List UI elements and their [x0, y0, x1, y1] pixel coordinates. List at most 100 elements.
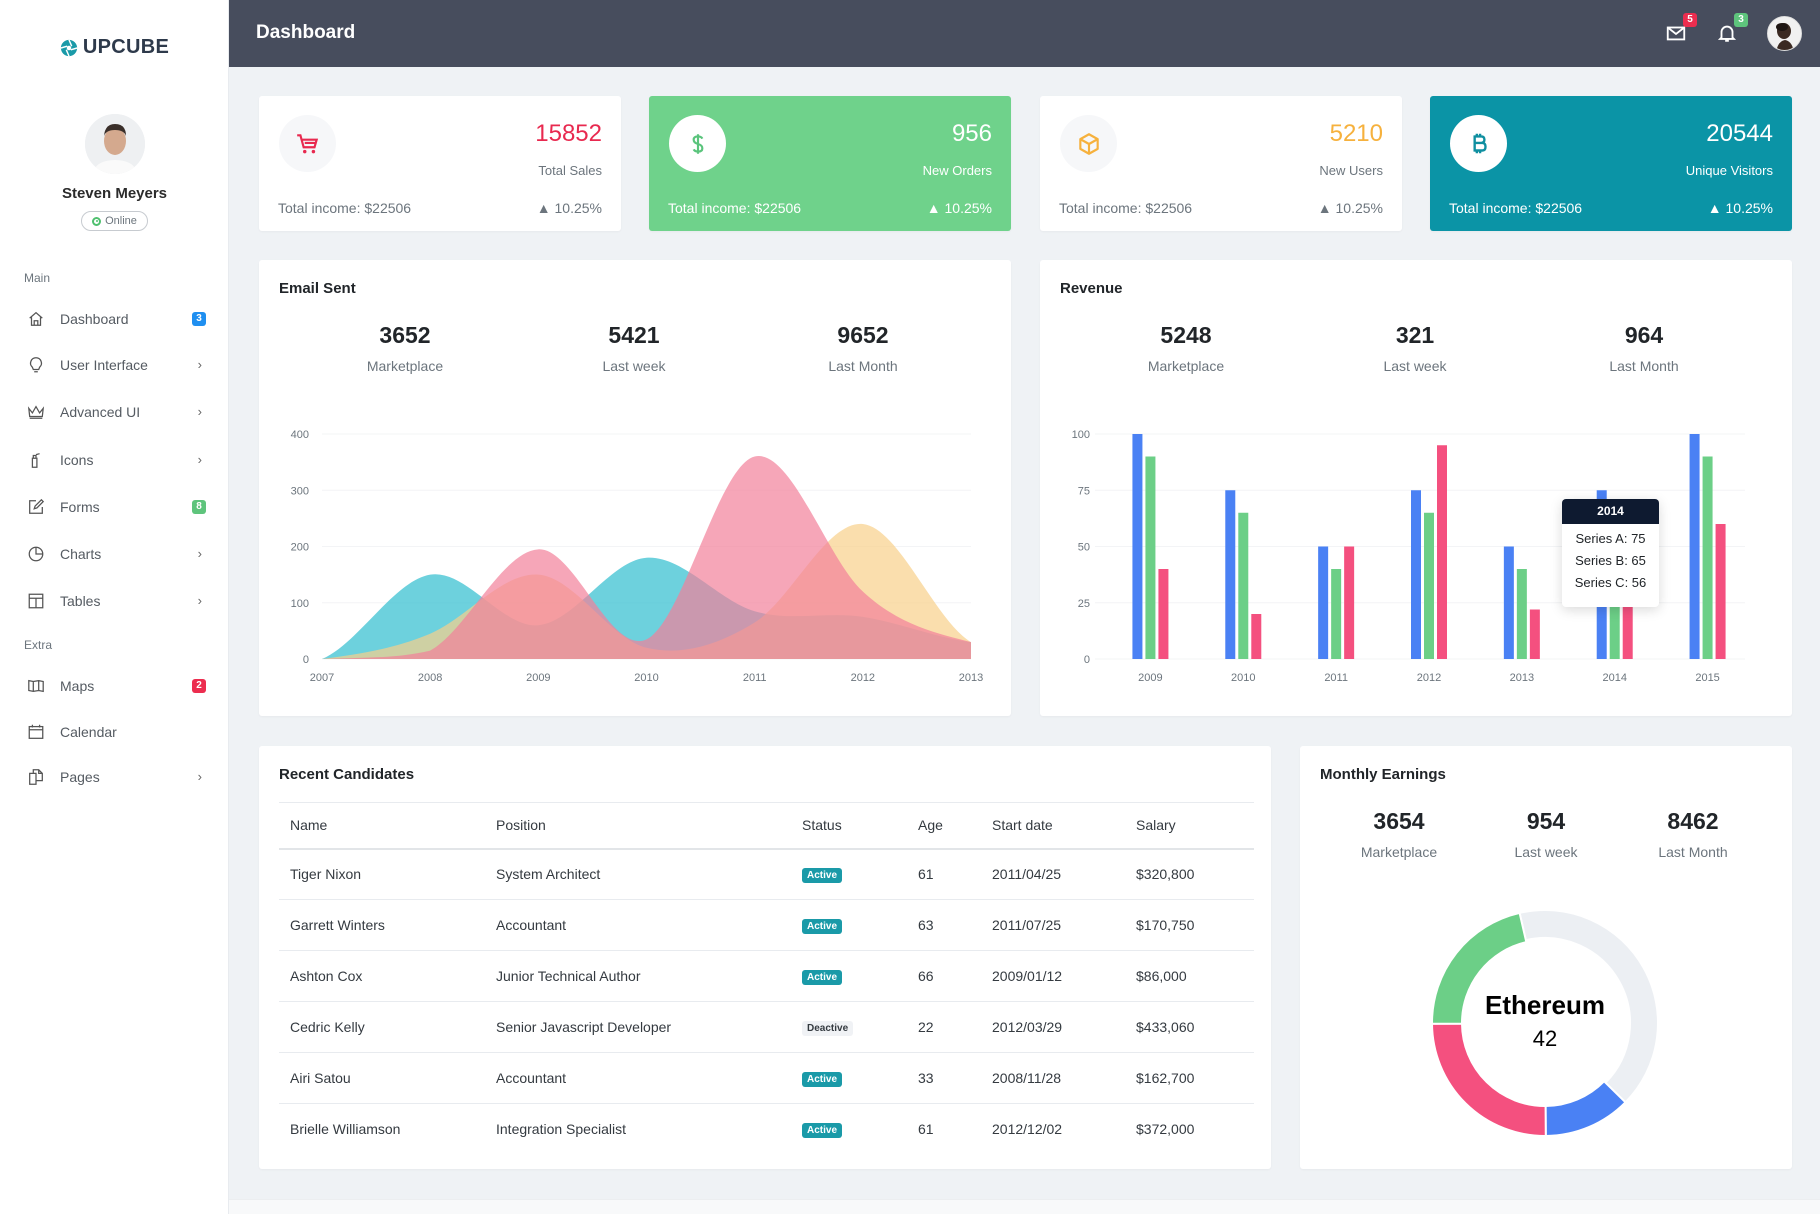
notification-count-badge: 3 — [1734, 13, 1748, 27]
bar-series-b-2011[interactable] — [1331, 569, 1342, 659]
bar-series-a-2010[interactable] — [1225, 490, 1236, 659]
x-tick-label: 2010 — [634, 672, 658, 684]
bar-series-b-2012[interactable] — [1424, 512, 1434, 659]
y-tick-label: 300 — [291, 485, 309, 497]
column-header-salary[interactable]: Salary — [1125, 802, 1254, 850]
table-row[interactable]: Airi Satou Accountant Active 33 2008/11/28 $1… — [279, 1052, 1254, 1104]
column-header-start-date[interactable]: Start date — [981, 802, 1125, 850]
bar-series-c-2011[interactable] — [1344, 546, 1355, 660]
sidebar: UPCUBE Steven Meyers Online Main Dashboa… — [0, 0, 229, 1214]
donut-slice-blue[interactable] — [1544, 1079, 1627, 1138]
chevron-right-icon: › — [197, 769, 202, 784]
sidebar-item-label: Advanced UI — [60, 404, 141, 420]
logo[interactable]: UPCUBE — [0, 36, 229, 59]
bar-series-c-2012[interactable] — [1437, 445, 1447, 659]
recent-candidates-card: Recent Candidates Name Position Status A… — [259, 746, 1271, 1169]
column-header-status[interactable]: Status — [791, 802, 907, 850]
stat-value: 5210 — [1329, 120, 1383, 147]
cell-start-date: 2011/07/25 — [981, 899, 1125, 951]
bar-series-a-2013[interactable] — [1503, 546, 1514, 660]
cell-salary: $433,060 — [1125, 1001, 1254, 1053]
calendar-icon — [26, 722, 46, 742]
x-tick-label: 2015 — [1695, 672, 1719, 684]
candidates-table: Name Position Status Age Start date Sala… — [279, 802, 1254, 1155]
bar-series-b-2009[interactable] — [1145, 456, 1156, 660]
sidebar-item-label: Dashboard — [60, 311, 129, 327]
cell-name: Garrett Winters — [279, 899, 485, 951]
bar-series-a-2015[interactable] — [1689, 434, 1700, 659]
bar-series-b-2010[interactable] — [1238, 512, 1249, 659]
table-row[interactable]: Ashton Cox Junior Technical Author Active 6… — [279, 950, 1254, 1002]
bar-series-c-2009[interactable] — [1158, 569, 1169, 659]
sidebar-item-tables[interactable]: Tables › — [0, 581, 229, 621]
dollar-icon-circle — [669, 115, 726, 172]
online-status-badge: Online — [81, 211, 148, 231]
sidebar-item-maps[interactable]: Maps 2 — [0, 666, 229, 706]
cell-start-date: 2012/12/02 — [992, 1121, 1063, 1138]
sidebar-item-forms[interactable]: Forms 8 — [0, 487, 229, 527]
column-header-name[interactable]: Name — [279, 802, 485, 850]
stat-card-new-orders: 956 New Orders Total income: $22506 ▲ 10… — [649, 96, 1011, 231]
x-tick-label: 2009 — [1138, 672, 1162, 684]
bar-series-a-2009[interactable] — [1132, 434, 1143, 659]
chevron-right-icon: › — [197, 452, 202, 467]
bitcoin-icon — [1472, 133, 1487, 153]
bar-series-c-2010[interactable] — [1251, 614, 1262, 659]
status-badge: Active — [802, 1123, 843, 1139]
sidebar-item-icons[interactable]: Icons › — [0, 440, 229, 480]
tooltip-row: Series A: 75 — [1575, 531, 1646, 546]
column-header-age[interactable]: Age — [907, 802, 981, 850]
sidebar-item-calendar[interactable]: Calendar — [0, 712, 229, 752]
sidebar-item-advanced-ui[interactable]: Advanced UI › — [0, 392, 229, 432]
bar-series-b-2013[interactable] — [1516, 569, 1527, 659]
cell-position: Integration Specialist — [496, 1121, 626, 1138]
spray-icon — [26, 450, 46, 470]
x-tick-label: 2011 — [743, 672, 767, 684]
tooltip-row: Series C: 56 — [1574, 575, 1647, 590]
chevron-right-icon: › — [197, 357, 202, 372]
stat-change: ▲ 10.25% — [1317, 200, 1383, 216]
table-row[interactable]: Cedric Kelly Senior Javascript Developer D… — [279, 1001, 1254, 1053]
table-row[interactable]: Brielle Williamson Integration Specialist… — [279, 1104, 1254, 1155]
sidebar-item-dashboard[interactable]: Dashboard 3 — [0, 299, 229, 339]
cell-salary: $320,800 — [1125, 848, 1254, 900]
bar-series-b-2015[interactable] — [1702, 456, 1713, 660]
mail-button[interactable]: 5 — [1665, 13, 1697, 46]
bar-series-a-2011[interactable] — [1318, 546, 1329, 660]
bar-series-c-2013[interactable] — [1529, 609, 1540, 660]
column-header-position[interactable]: Position — [485, 802, 791, 850]
pages-icon — [26, 767, 46, 787]
revenue-bar-chart: 0 25 50 75 100 2009 2010 2011 2012 2013 2014 2015 — [1072, 429, 1745, 684]
profile-photo-icon — [1768, 17, 1801, 50]
cell-status: Active — [791, 1052, 907, 1104]
stat-value: 15852 — [535, 120, 602, 147]
y-tick-label: 50 — [1078, 542, 1090, 554]
cell-status: Active — [791, 950, 907, 1002]
x-tick-label: 2011 — [1324, 672, 1348, 684]
cart-icon — [296, 133, 318, 153]
donut-slice-pink[interactable] — [1430, 1022, 1547, 1137]
card-title: Recent Candidates — [279, 766, 415, 783]
bar-series-c-2015[interactable] — [1715, 524, 1726, 659]
user-avatar[interactable] — [84, 114, 145, 174]
sidebar-item-user-interface[interactable]: User Interface › — [0, 345, 229, 385]
x-tick-label: 2013 — [959, 672, 983, 684]
status-badge: Active — [802, 868, 843, 884]
chevron-right-icon: › — [197, 404, 202, 419]
page-title: Dashboard — [256, 22, 356, 43]
table-row[interactable]: Garrett Winters Accountant Active 63 2011/07… — [279, 899, 1254, 951]
x-tick-label: 2013 — [1510, 672, 1534, 684]
y-tick-label: 0 — [303, 654, 309, 666]
sidebar-item-charts[interactable]: Charts › — [0, 534, 229, 574]
sidebar-item-label: Icons — [60, 452, 94, 468]
profile-avatar[interactable] — [1767, 16, 1802, 51]
email-sent-card: Email Sent 3652 Marketplace 5421 Last we… — [259, 260, 1011, 716]
table-row[interactable]: Tiger Nixon System Architect Active 61 2011/… — [279, 848, 1254, 900]
notifications-button[interactable]: 3 — [1716, 13, 1748, 46]
bar-series-a-2012[interactable] — [1411, 490, 1421, 659]
maps-count-badge: 2 — [192, 679, 206, 693]
cell-name: Airi Satou — [279, 1052, 485, 1104]
sidebar-item-pages[interactable]: Pages › — [0, 757, 229, 797]
x-tick-label: 2007 — [310, 672, 334, 684]
stat-label: Total Sales — [538, 163, 602, 178]
